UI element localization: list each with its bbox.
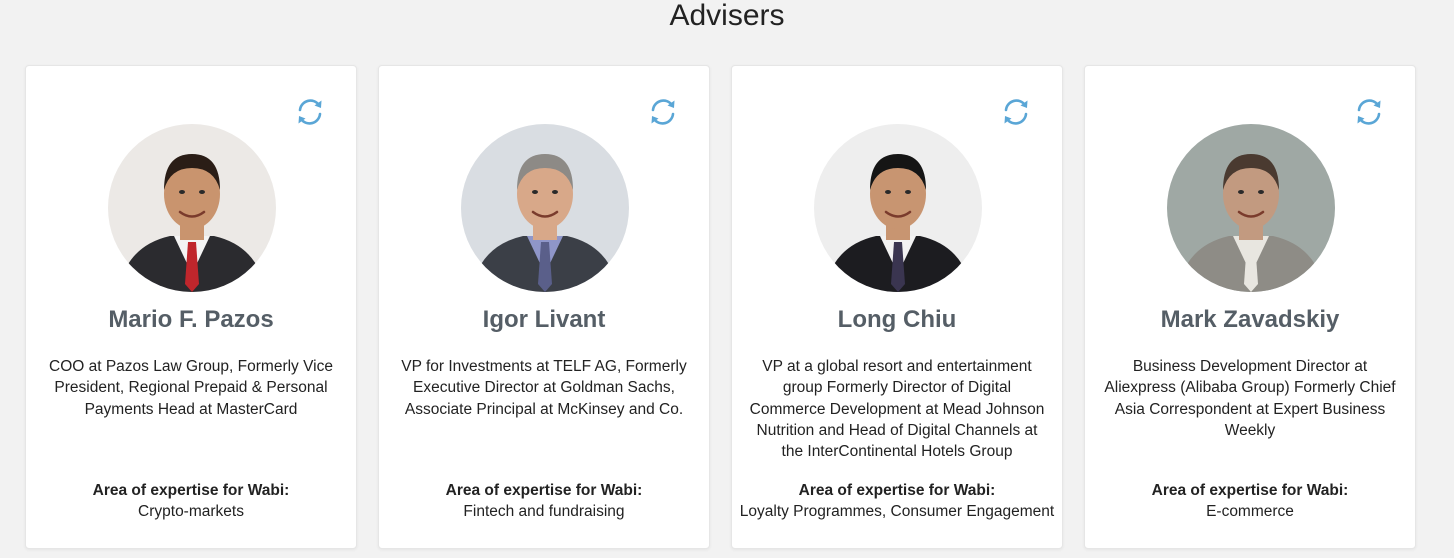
expertise-value: Loyalty Programmes, Consumer Engagement: [739, 503, 1055, 520]
adviser-card: Long Chiu VP at a global resort and ente…: [731, 65, 1063, 549]
avatar: [108, 124, 276, 292]
adviser-bio: VP for Investments at TELF AG, Formerly …: [401, 358, 687, 418]
expertise-label: Area of expertise for Wabi:: [92, 482, 290, 499]
refresh-icon[interactable]: [292, 94, 328, 130]
adviser-bio: Business Development Director at Aliexpr…: [1104, 358, 1396, 439]
adviser-name: Igor Livant: [482, 306, 606, 333]
adviser-name: Mark Zavadskiy: [1160, 306, 1340, 333]
avatar: [814, 124, 982, 292]
expertise-label: Area of expertise for Wabi:: [1151, 482, 1349, 499]
expertise-label: Area of expertise for Wabi:: [445, 482, 643, 499]
refresh-icon[interactable]: [1351, 94, 1387, 130]
refresh-icon[interactable]: [998, 94, 1034, 130]
adviser-name: Mario F. Pazos: [108, 306, 274, 333]
expertise-value: Crypto-markets: [138, 503, 244, 520]
expertise-value: Fintech and fundraising: [463, 503, 625, 520]
adviser-bio: COO at Pazos Law Group, Formerly Vice Pr…: [49, 358, 333, 418]
refresh-icon[interactable]: [645, 94, 681, 130]
avatar: [461, 124, 629, 292]
adviser-bio: VP at a global resort and entertainment …: [749, 358, 1045, 461]
adviser-card: Mark Zavadskiy Business Development Dire…: [1084, 65, 1416, 549]
avatar: [1167, 124, 1335, 292]
adviser-card: Igor Livant VP for Investments at TELF A…: [378, 65, 710, 549]
expertise-label: Area of expertise for Wabi:: [798, 482, 996, 499]
adviser-card: Mario F. Pazos COO at Pazos Law Group, F…: [25, 65, 357, 549]
adviser-name: Long Chiu: [837, 306, 957, 333]
expertise-value: E-commerce: [1206, 503, 1294, 520]
section-title: Advisers: [669, 0, 785, 32]
